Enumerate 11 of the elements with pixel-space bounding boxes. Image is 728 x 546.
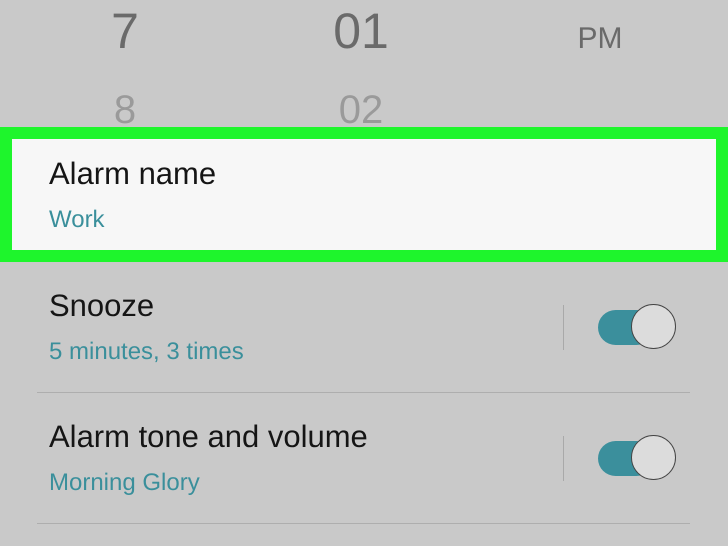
setting-title[interactable]: Alarm tone and volume <box>49 419 563 455</box>
toggle-switch[interactable] <box>598 435 676 481</box>
toggle-switch[interactable] <box>598 304 676 350</box>
setting-title[interactable]: Snooze <box>49 288 563 324</box>
setting-value: Morning Glory <box>49 469 201 497</box>
setting-value: 5 minutes, 3 times <box>49 338 245 366</box>
picker-value[interactable]: PM <box>578 0 622 78</box>
setting-value: Work <box>49 206 106 234</box>
picker-value[interactable]: 7 <box>111 0 139 60</box>
setting-title[interactable]: Alarm name <box>49 156 664 192</box>
picker-value[interactable]: 01 <box>333 0 389 60</box>
